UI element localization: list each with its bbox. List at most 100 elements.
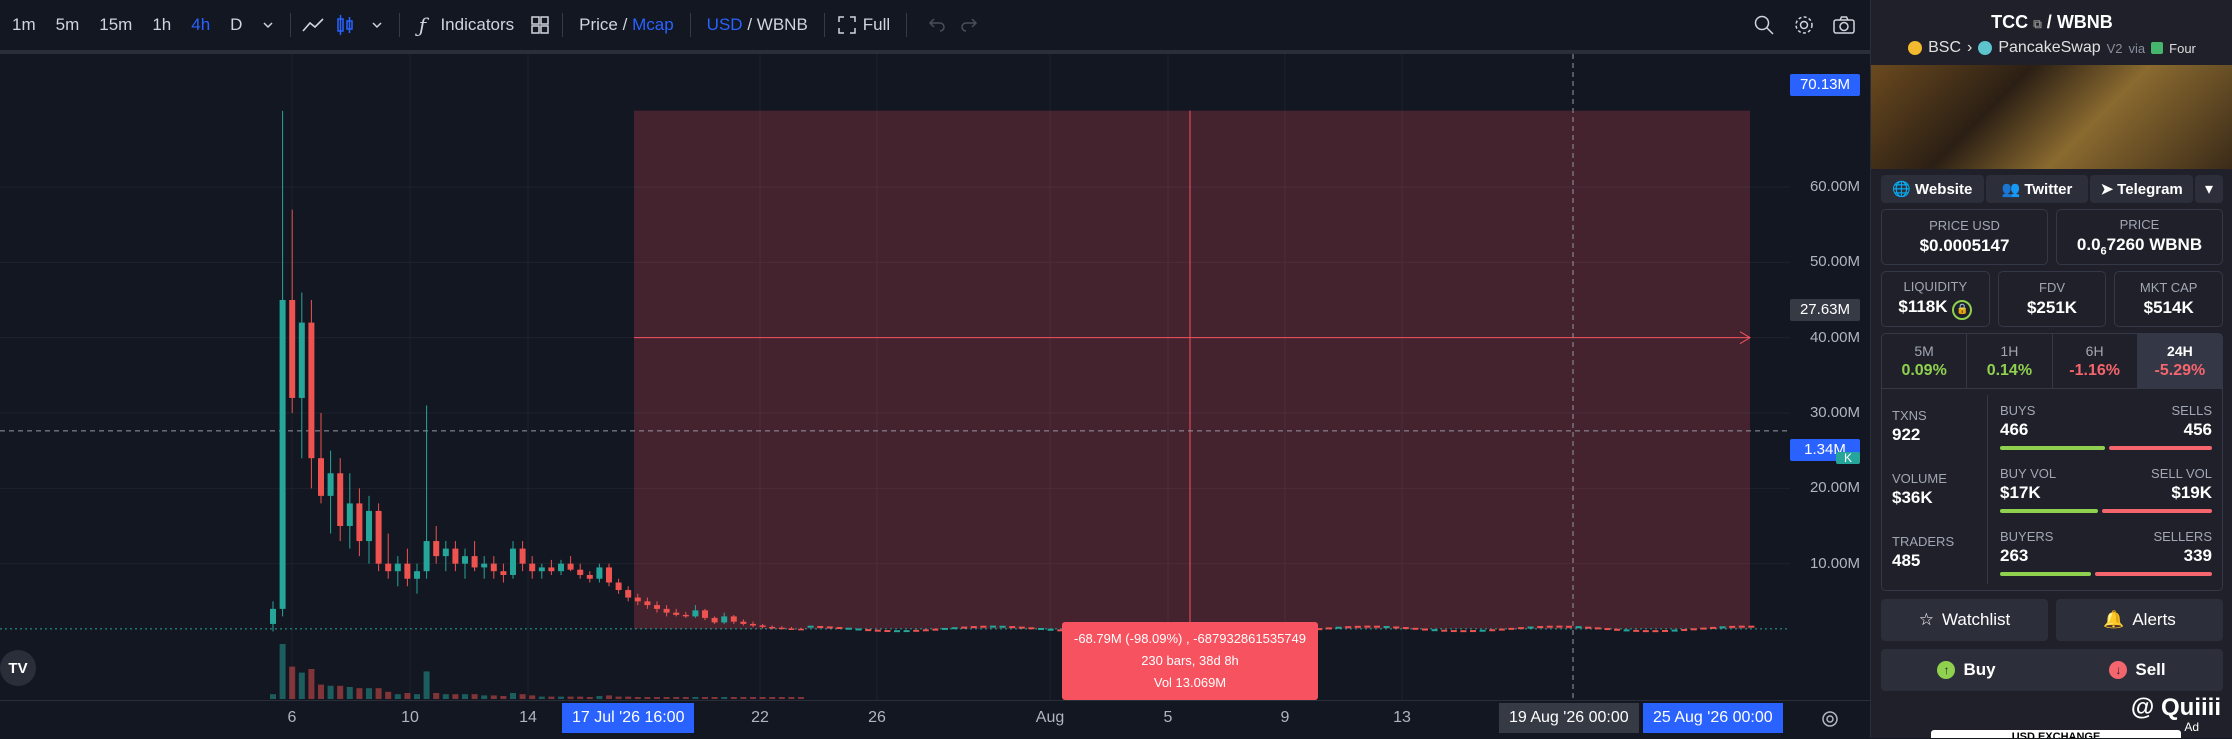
sell-button[interactable]: ↓ Sell: [2052, 649, 2223, 691]
full-button[interactable]: Full: [863, 15, 900, 35]
candle-body: [385, 563, 392, 572]
fullscreen-icon[interactable]: [831, 9, 863, 41]
candle-body: [510, 548, 516, 575]
volume-bar: [538, 696, 545, 699]
tf-1h[interactable]: 1H 0.14%: [1967, 334, 2053, 388]
chain-name[interactable]: BSC: [1928, 39, 1961, 57]
price-native-value: 0.067260 WBNB: [2077, 235, 2202, 257]
ad-label: Ad: [2184, 720, 2199, 734]
candlestick-icon[interactable]: [329, 9, 361, 41]
timeframe-4h[interactable]: 4h: [181, 15, 220, 35]
zoom-icon[interactable]: [1748, 9, 1780, 41]
divider: [399, 13, 401, 37]
candle-body: [1009, 626, 1016, 629]
function-icon[interactable]: ƒ: [406, 9, 438, 41]
traders-value: 485: [1892, 551, 1921, 570]
exchange-banner[interactable]: USD EXCHANGE: [1931, 730, 2181, 738]
price-rest: 7260 WBNB: [2106, 234, 2203, 254]
toggle-slash: /: [747, 15, 753, 34]
candle-body: [308, 322, 315, 459]
gear-icon[interactable]: [1788, 9, 1820, 41]
candle-body: [634, 597, 641, 602]
candle-body: [289, 300, 296, 398]
dex-name[interactable]: PancakeSwap: [1998, 39, 2100, 57]
wbnb-option[interactable]: WBNB: [757, 15, 808, 34]
timeframe-5m[interactable]: 5m: [46, 15, 90, 35]
timeframe-1h[interactable]: 1h: [142, 15, 181, 35]
tf-6h[interactable]: 6H -1.16%: [2053, 334, 2138, 388]
telegram-button[interactable]: ➤ Telegram: [2090, 175, 2194, 203]
alerts-button[interactable]: 🔔 Alerts: [2056, 599, 2223, 641]
redo-icon[interactable]: [953, 9, 985, 41]
candle-body: [1681, 629, 1688, 632]
candlestick-chart[interactable]: [0, 54, 1790, 700]
volume-row: VOLUME $36K BUY VOL SELL VOL $17K $19K: [1882, 458, 2222, 521]
volume-bar: [596, 696, 603, 699]
candle-body: [1422, 628, 1428, 631]
chevron-down-icon[interactable]: ▾: [2195, 175, 2224, 203]
volume-label: VOLUME: [1892, 471, 1947, 486]
candle-body: [961, 626, 968, 629]
candle-body: [462, 556, 468, 564]
timeframe-15m[interactable]: 15m: [89, 15, 142, 35]
undo-icon[interactable]: [921, 9, 953, 41]
volume-bar: [433, 693, 440, 699]
candle-body: [750, 623, 756, 626]
chevron-right-icon: ›: [1967, 39, 1973, 56]
pair-meta: BSC › PancakeSwap V2 via Four: [1871, 39, 2232, 57]
chevron-down-icon[interactable]: [252, 9, 284, 41]
camera-icon[interactable]: [1828, 9, 1860, 41]
watchlist-button[interactable]: ☆ Watchlist: [1881, 599, 2048, 641]
timeframe-d[interactable]: D: [220, 15, 252, 35]
indicators-button[interactable]: Indicators: [438, 15, 524, 35]
traders-label: TRADERS: [1892, 534, 1955, 549]
lock-icon[interactable]: 🔒: [1952, 299, 1973, 320]
tf-name: 1H: [2000, 342, 2019, 359]
chart-panel[interactable]: 1m 5m 15m 1h 4h D ƒ Indicators Price / M…: [0, 0, 1870, 738]
volume-bar: [308, 669, 315, 699]
time-axis[interactable]: 17 Jul '26 16:00 19 Aug '26 00:00 25 Aug…: [0, 700, 1870, 739]
candle-body: [836, 627, 843, 630]
measure-change: -68.79M (-98.09%) , -687932861535749: [1074, 631, 1306, 646]
tf-24h[interactable]: 24H -5.29%: [2137, 334, 2222, 388]
copy-icon[interactable]: ⧉: [2033, 17, 2042, 31]
currency-toggle[interactable]: USD / WBNB: [697, 15, 818, 35]
volume-bar: [615, 696, 622, 699]
tf-change: 0.14%: [1986, 361, 2033, 379]
layout-grid-icon[interactable]: [524, 9, 556, 41]
candle-body: [327, 473, 334, 496]
volume-bar: [558, 696, 564, 699]
mcap-option[interactable]: Mcap: [632, 15, 674, 34]
settings-icon[interactable]: [1820, 709, 1840, 734]
twitter-button[interactable]: 👥 Twitter: [1985, 175, 2089, 203]
candle-body: [730, 616, 737, 622]
candle-body: [1518, 627, 1524, 630]
candle-body: [692, 610, 699, 617]
fdv-label: FDV: [2039, 280, 2065, 295]
candle-body: [788, 628, 795, 630]
candle-body: [855, 628, 862, 631]
timeframe-1m[interactable]: 1m: [0, 15, 46, 35]
sell-vol-value: $19K: [2171, 483, 2212, 502]
launchpad-name[interactable]: Four: [2169, 41, 2196, 56]
sells-bar-fill: [2109, 446, 2212, 450]
candle-body: [1604, 628, 1611, 631]
usd-option[interactable]: USD: [707, 15, 743, 34]
chevron-down-icon[interactable]: [361, 9, 393, 41]
price-option[interactable]: Price: [579, 15, 618, 34]
candle-body: [865, 629, 872, 632]
candle-body: [1546, 625, 1553, 628]
buy-button[interactable]: ↑ Buy: [1881, 649, 2052, 691]
price-mcap-toggle[interactable]: Price / Mcap: [569, 15, 684, 35]
tf-5m[interactable]: 5M 0.09%: [1882, 334, 1968, 388]
website-button[interactable]: 🌐 Website: [1881, 175, 1984, 203]
price-axis[interactable]: 70.13M 27.63M 1.34M K 60.00M 50.00M 40.00M…: [1790, 54, 1870, 700]
candle-body: [1700, 627, 1707, 630]
candle-body: [519, 548, 526, 564]
candle-body: [270, 608, 276, 624]
telegram-label: Telegram: [2117, 180, 2183, 198]
candle-body: [1527, 626, 1534, 629]
toolbar-right-group: [1748, 0, 1870, 50]
tradingview-logo[interactable]: TV: [0, 650, 36, 686]
line-chart-icon[interactable]: [297, 9, 329, 41]
